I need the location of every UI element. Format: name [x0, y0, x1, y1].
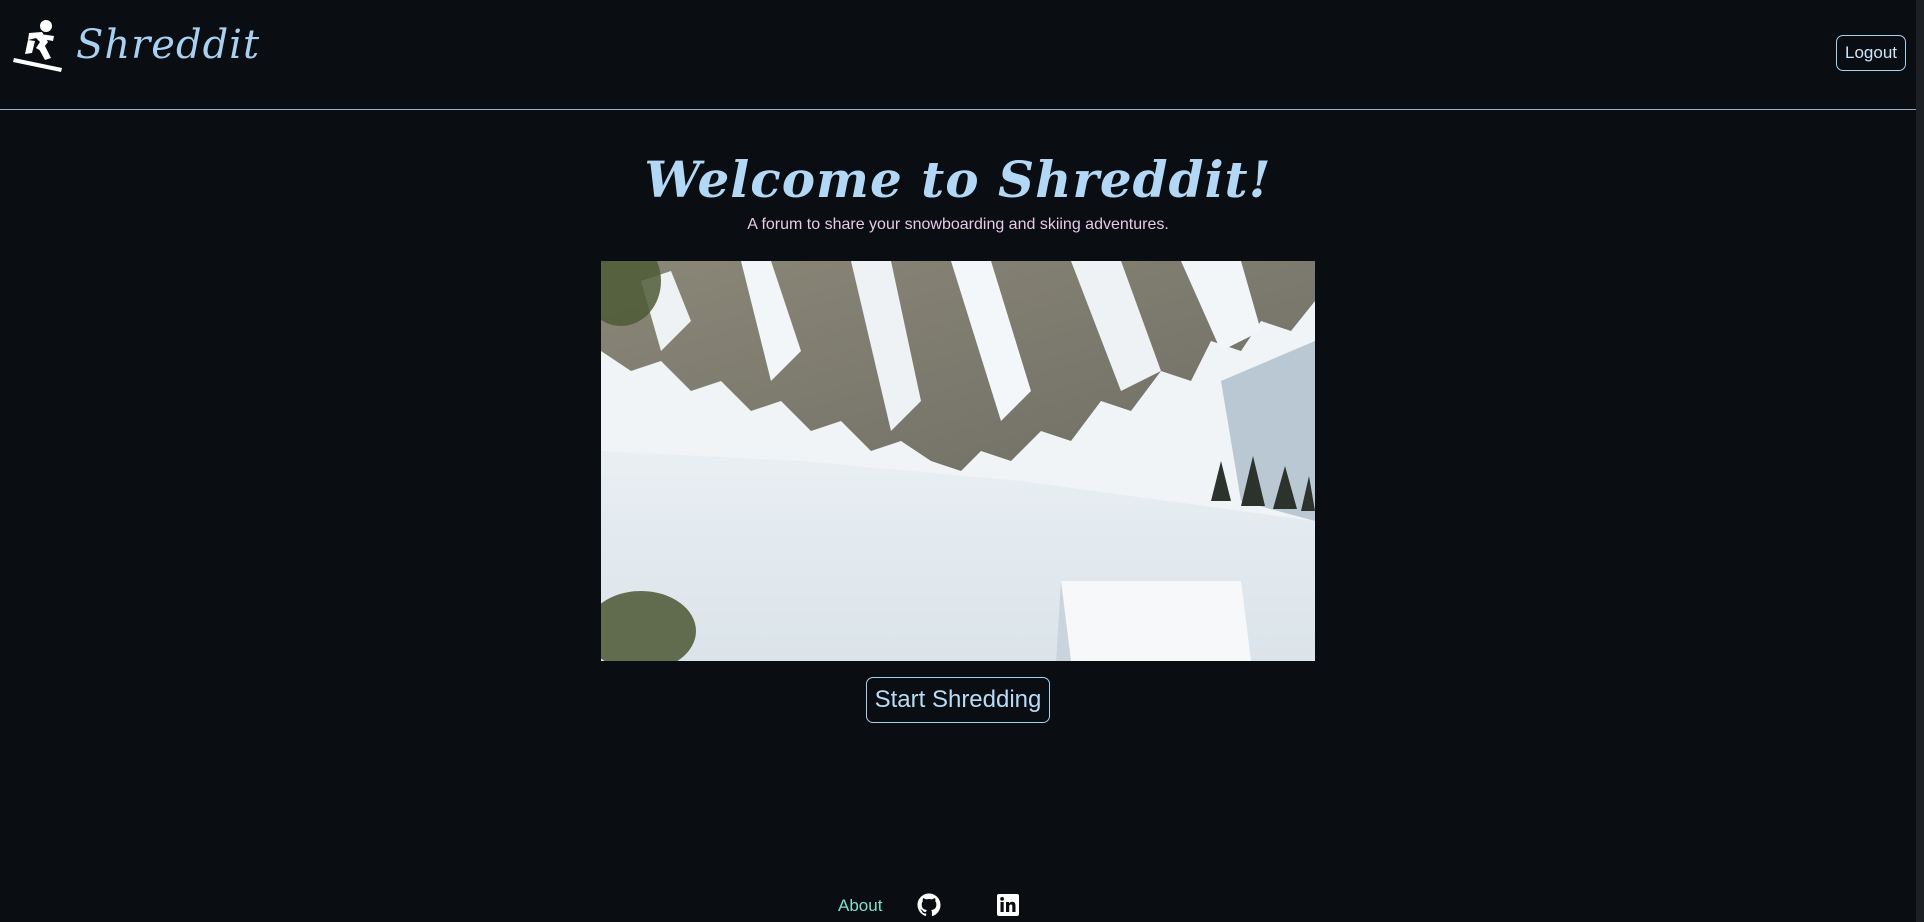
brand-name: Shreddit — [76, 22, 261, 68]
start-shredding-button[interactable]: Start Shredding — [866, 677, 1050, 723]
page: Shreddit Logout Welcome to Shreddit! A f… — [0, 0, 1924, 922]
footer: About — [0, 893, 1916, 919]
hero-section: Welcome to Shreddit! A forum to share yo… — [0, 110, 1916, 234]
navbar: Shreddit Logout — [0, 0, 1916, 110]
footer-about-link[interactable]: About — [838, 896, 882, 916]
linkedin-icon[interactable] — [996, 893, 1020, 917]
page-subtitle: A forum to share your snowboarding and s… — [747, 216, 1169, 233]
page-title: Welcome to Shreddit! — [644, 150, 1272, 209]
snowboarder-icon — [13, 20, 62, 72]
hero-mountain-image — [601, 261, 1315, 661]
logout-button[interactable]: Logout — [1836, 35, 1906, 71]
github-icon[interactable] — [917, 893, 941, 917]
scrollbar-track[interactable] — [1916, 0, 1924, 922]
brand-link[interactable]: Shreddit — [12, 18, 260, 72]
